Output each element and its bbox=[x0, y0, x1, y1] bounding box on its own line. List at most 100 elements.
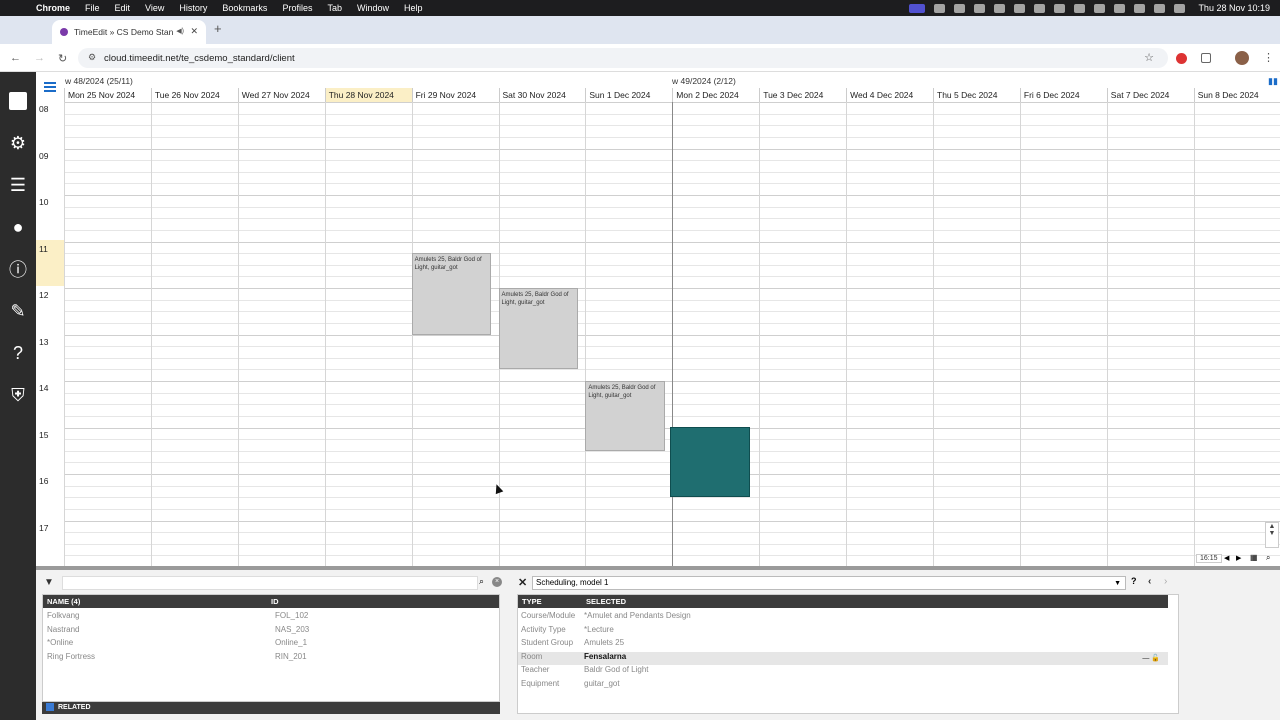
scheduling-model-select[interactable]: Scheduling, model 1 ▼ bbox=[532, 576, 1126, 590]
reservation-row[interactable]: Student Group Amulets 25 bbox=[518, 638, 1168, 651]
col-name-header[interactable]: NAME (4) bbox=[43, 595, 267, 608]
close-scheduling-icon[interactable]: ✕ bbox=[518, 576, 527, 589]
menu-file[interactable]: File bbox=[85, 3, 100, 13]
cloud-icon[interactable] bbox=[974, 3, 986, 13]
day-header[interactable]: Mon 25 Nov 2024 bbox=[64, 88, 151, 102]
zoom-icon[interactable] bbox=[954, 3, 966, 13]
day-header[interactable]: Mon 2 Dec 2024 bbox=[672, 88, 759, 102]
reservation-row[interactable]: Course/Module *Amulet and Pendants Design bbox=[518, 611, 1168, 624]
table-row[interactable]: *Online Online_1 bbox=[43, 638, 499, 651]
screen-share-icon[interactable] bbox=[909, 3, 926, 13]
menu-help[interactable]: Help bbox=[404, 3, 423, 13]
edit-icon[interactable]: ✎ bbox=[7, 300, 29, 322]
reload-icon[interactable]: ↻ bbox=[58, 52, 67, 65]
shield-status-icon[interactable] bbox=[1014, 3, 1026, 13]
day-header[interactable]: Tue 26 Nov 2024 bbox=[150, 88, 238, 102]
forward-icon[interactable]: → bbox=[34, 52, 45, 64]
info-icon[interactable]: ⓘ bbox=[7, 258, 29, 280]
menu-app-name[interactable]: Chrome bbox=[36, 3, 70, 13]
battery-icon[interactable] bbox=[1114, 3, 1126, 13]
wifi-icon[interactable] bbox=[1134, 3, 1146, 13]
table-row[interactable]: Nastrand NAS_203 bbox=[43, 625, 499, 638]
control-center-icon[interactable] bbox=[1174, 3, 1186, 13]
reservation-row[interactable]: Teacher Baldr God of Light bbox=[518, 665, 1168, 678]
chrome-menu-icon[interactable]: ⋮ bbox=[1263, 51, 1274, 64]
menu-bookmarks[interactable]: Bookmarks bbox=[222, 3, 267, 13]
next-arrow-icon[interactable]: ▶ bbox=[1236, 554, 1241, 562]
apple-icon[interactable] bbox=[12, 2, 24, 14]
pen-icon[interactable] bbox=[1034, 3, 1046, 13]
reservation-row[interactable]: Equipment guitar_got bbox=[518, 679, 1168, 692]
day-header[interactable]: Sun 8 Dec 2024 bbox=[1193, 88, 1280, 102]
day-header[interactable]: Sun 1 Dec 2024 bbox=[585, 88, 672, 102]
day-header[interactable]: Sat 30 Nov 2024 bbox=[498, 88, 586, 102]
close-tab-icon[interactable]: ✕ bbox=[190, 26, 198, 37]
related-toggle[interactable]: RELATED bbox=[42, 702, 500, 714]
menu-tab[interactable]: Tab bbox=[327, 3, 342, 13]
next-record-icon[interactable]: › bbox=[1164, 576, 1167, 587]
back-icon[interactable]: ← bbox=[10, 52, 21, 64]
booking-block[interactable]: Amulets 25, Baldr God of Light, guitar_g… bbox=[498, 288, 579, 370]
help-question-icon[interactable]: ? bbox=[1131, 576, 1137, 586]
play-icon[interactable] bbox=[1094, 3, 1106, 13]
admin-shield-icon[interactable]: ⛨ bbox=[7, 384, 29, 406]
reservation-row[interactable]: Activity Type *Lecture bbox=[518, 625, 1168, 638]
list-icon[interactable]: ☰ bbox=[7, 174, 29, 196]
week-label-48: w 48/2024 (25/11) bbox=[65, 76, 133, 86]
calendar-icon[interactable] bbox=[9, 92, 27, 110]
menu-profiles[interactable]: Profiles bbox=[282, 3, 312, 13]
booking-block[interactable]: Amulets 25, Baldr God of Light, guitar_g… bbox=[411, 253, 492, 335]
day-header[interactable]: Thu 5 Dec 2024 bbox=[933, 88, 1020, 102]
network-icon[interactable] bbox=[994, 3, 1006, 13]
bookmark-star-icon[interactable]: ☆ bbox=[1144, 51, 1154, 64]
day-header[interactable]: Wed 27 Nov 2024 bbox=[237, 88, 325, 102]
search-icon[interactable] bbox=[1154, 3, 1166, 13]
day-header[interactable]: Fri 29 Nov 2024 bbox=[411, 88, 499, 102]
settings-gears-icon[interactable]: ⚙ bbox=[7, 132, 29, 154]
lock-icon[interactable]: — 🔓 bbox=[1142, 654, 1160, 662]
chart-icon[interactable]: ▮▮ bbox=[1268, 76, 1278, 87]
menu-view[interactable]: View bbox=[145, 3, 164, 13]
bluetooth-icon[interactable] bbox=[1054, 3, 1066, 13]
booking-block[interactable]: Amulets 25, Baldr God of Light, guitar_g… bbox=[585, 381, 666, 451]
calendar-scroll-control[interactable]: ▲ ▼ bbox=[1265, 522, 1279, 548]
speaker-icon[interactable]: ◀) bbox=[176, 27, 184, 35]
menu-edit[interactable]: Edit bbox=[115, 3, 131, 13]
help-icon[interactable]: ? bbox=[7, 342, 29, 364]
day-header[interactable]: Wed 4 Dec 2024 bbox=[846, 88, 933, 102]
day-header[interactable]: Thu 28 Nov 2024 bbox=[324, 88, 412, 102]
extensions-puzzle-icon[interactable] bbox=[1201, 53, 1211, 63]
new-tab-icon[interactable]: + bbox=[214, 21, 222, 36]
menu-history[interactable]: History bbox=[179, 3, 207, 13]
search-icon[interactable]: ⌕ bbox=[479, 576, 484, 587]
reservation-row[interactable]: Room Fensalarna — 🔓 bbox=[518, 651, 1168, 665]
browser-tab[interactable]: TimeEdit » CS Demo Stan ◀) ✕ bbox=[52, 20, 206, 44]
menu-window[interactable]: Window bbox=[357, 3, 389, 13]
site-info-icon[interactable]: ⚙ bbox=[88, 52, 96, 63]
filter-icon[interactable]: ▼ bbox=[44, 577, 54, 588]
table-row[interactable]: Folkvang FOL_102 bbox=[43, 611, 499, 624]
calendar-grid[interactable] bbox=[64, 102, 1280, 568]
object-search-input[interactable] bbox=[62, 576, 478, 590]
gear-status-icon[interactable] bbox=[934, 3, 946, 13]
day-header[interactable]: Fri 6 Dec 2024 bbox=[1019, 88, 1107, 102]
prev-record-icon[interactable]: ‹ bbox=[1148, 576, 1151, 587]
macos-menu-bar: Chrome File Edit View History Bookmarks … bbox=[0, 0, 1280, 16]
profile-avatar[interactable] bbox=[1235, 51, 1249, 65]
day-header[interactable]: Tue 3 Dec 2024 bbox=[759, 88, 846, 102]
zoom-search-icon[interactable]: ⌕ bbox=[1266, 553, 1270, 563]
day-header[interactable]: Sat 7 Dec 2024 bbox=[1106, 88, 1194, 102]
volume-icon[interactable] bbox=[1074, 3, 1086, 13]
clock[interactable]: Thu 28 Nov 10:19 bbox=[1198, 3, 1270, 13]
prev-arrow-icon[interactable]: ◀ bbox=[1224, 554, 1229, 562]
clear-search-icon[interactable]: × bbox=[492, 577, 502, 587]
url-field[interactable]: ⚙ cloud.timeedit.net/te_csdemo_standard/… bbox=[78, 48, 1168, 68]
date-picker-icon[interactable]: ▦ bbox=[1250, 553, 1258, 562]
table-row[interactable]: Ring Fortress RIN_201 bbox=[43, 652, 499, 665]
extension-red-icon[interactable] bbox=[1176, 53, 1187, 64]
hamburger-menu-icon[interactable] bbox=[44, 82, 56, 92]
col-id-header[interactable]: ID bbox=[267, 595, 499, 608]
related-checkbox[interactable] bbox=[46, 703, 54, 712]
user-icon[interactable]: ● bbox=[7, 216, 29, 238]
selected-booking-slot[interactable] bbox=[670, 427, 750, 497]
